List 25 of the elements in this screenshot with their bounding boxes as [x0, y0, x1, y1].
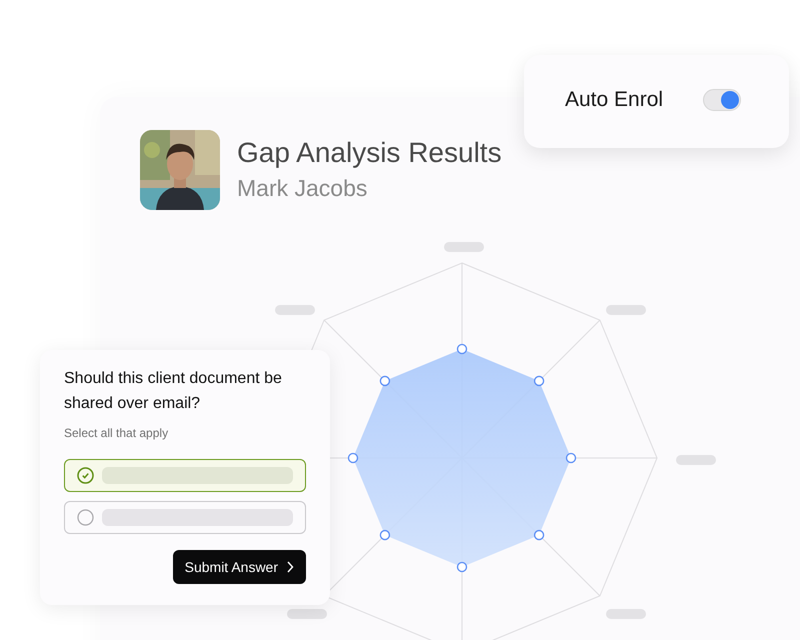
- axis-label-placeholder: [606, 609, 646, 619]
- radar-point: [380, 376, 390, 386]
- radar-point: [534, 376, 544, 386]
- radar-point: [380, 530, 390, 540]
- radar-point: [456, 344, 468, 354]
- submit-button[interactable]: Submit Answer: [172, 550, 306, 584]
- axis-label-placeholder: [444, 242, 484, 252]
- answer-option[interactable]: [64, 459, 306, 492]
- radar-point: [534, 530, 544, 540]
- question-hint: Select all that apply: [64, 425, 170, 442]
- client-name: Mark Jacobs: [237, 174, 368, 202]
- radar-point: [456, 562, 468, 572]
- check-circle-icon: [77, 467, 94, 484]
- axis-label-placeholder: [606, 305, 646, 315]
- answer-option[interactable]: [64, 501, 306, 534]
- question-text: Should this client document be shared over email?: [64, 369, 283, 414]
- chevron-right-icon: [286, 561, 294, 573]
- axis-label-placeholder: [676, 455, 716, 465]
- toggle-label: Auto Enrol: [565, 87, 664, 113]
- radar-point: [348, 452, 358, 464]
- results-title: Gap Analysis Results: [237, 136, 502, 170]
- axis-label-placeholder: [287, 609, 327, 619]
- radio-circle-icon: [77, 509, 94, 526]
- radar-point: [566, 452, 576, 464]
- axis-label-placeholder: [275, 305, 315, 315]
